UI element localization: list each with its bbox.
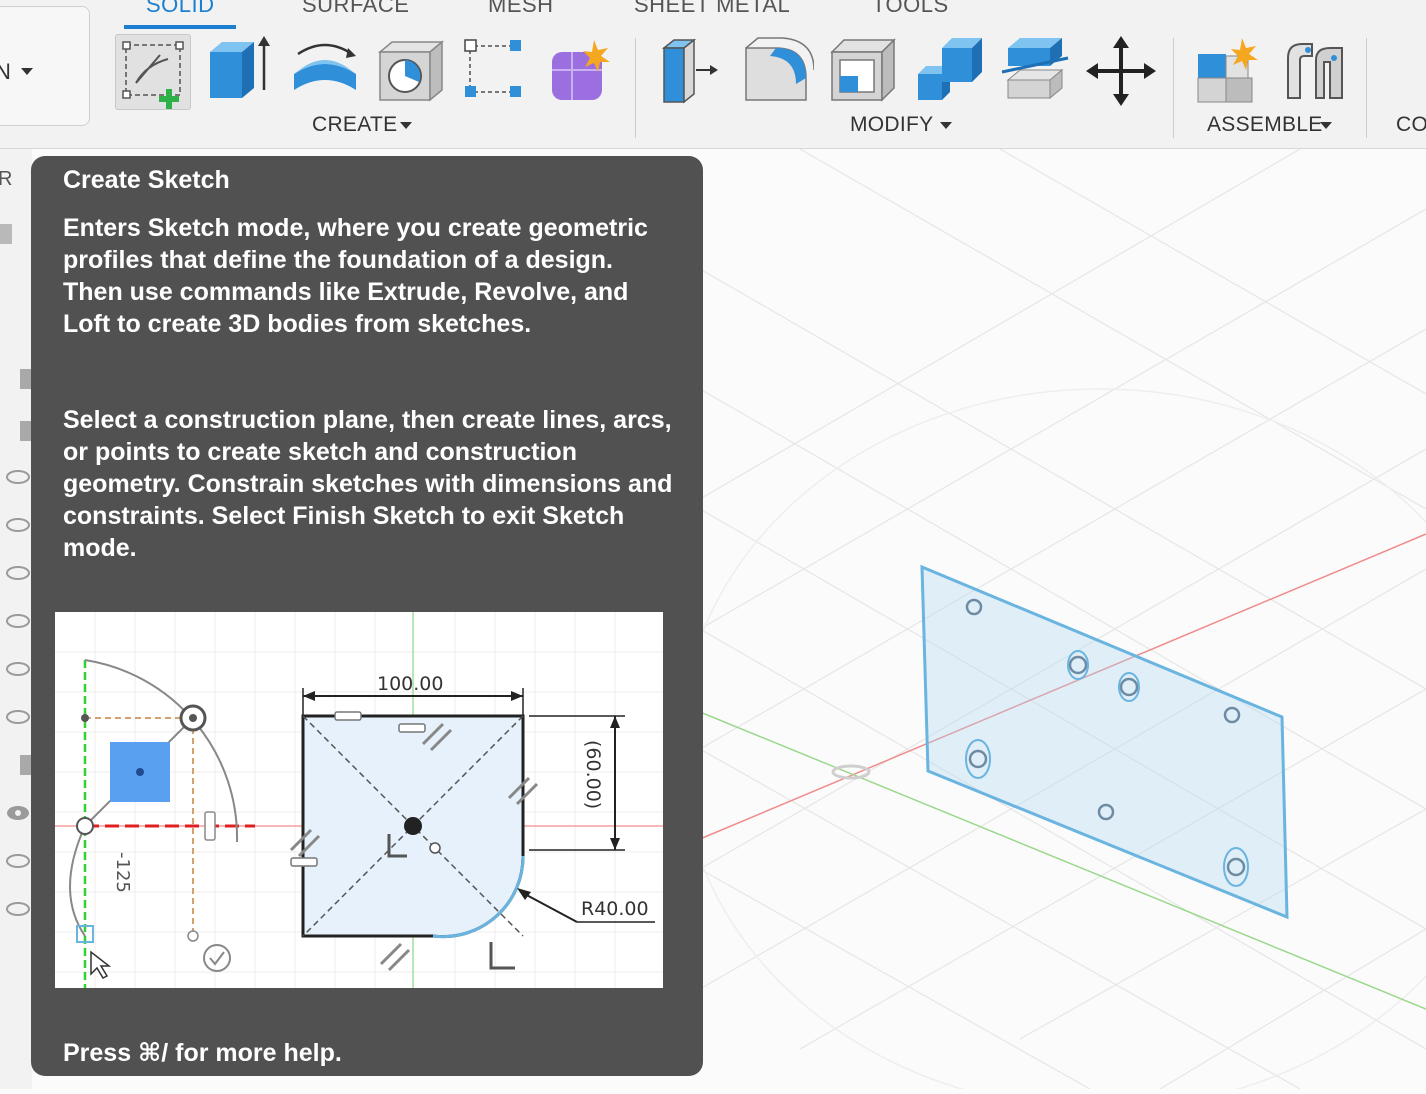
workspace-switcher[interactable]: N xyxy=(0,6,90,126)
tooltip-paragraph-2: Select a construction plane, then create… xyxy=(63,406,673,562)
revolve-icon xyxy=(294,43,356,90)
split-face-icon xyxy=(1001,38,1069,100)
pattern-icon xyxy=(464,39,521,97)
tooltip-paragraph-1: Enters Sketch mode, where you create geo… xyxy=(63,214,648,338)
press-pull-button[interactable] xyxy=(654,34,728,108)
new-component-button[interactable] xyxy=(1190,34,1264,108)
extrude-icon xyxy=(210,36,270,98)
svg-text:R: R xyxy=(0,168,12,190)
combine-icon xyxy=(918,38,982,100)
create-sketch-icon xyxy=(122,41,184,109)
main-toolbar: N SOLID SURFACE MESH SHEET METAL TOOLS C… xyxy=(0,0,1426,149)
fillet-icon xyxy=(745,37,815,101)
tab-surface[interactable]: SURFACE xyxy=(302,0,409,18)
hole-button[interactable] xyxy=(372,34,446,108)
construct-menu[interactable]: CO xyxy=(1396,113,1426,137)
tab-solid[interactable]: SOLID xyxy=(146,0,215,18)
joint-button[interactable] xyxy=(1278,34,1352,108)
press-pull-icon xyxy=(661,38,718,104)
chevron-down-icon xyxy=(1320,122,1332,129)
browser-panel-edge: R xyxy=(0,149,32,1089)
tooltip-footer: Press ⌘/ for more help. xyxy=(63,1039,342,1067)
chevron-down-icon xyxy=(940,122,952,129)
assemble-menu[interactable]: ASSEMBLE xyxy=(1207,113,1323,137)
chevron-down-icon xyxy=(400,122,412,129)
move-copy-button[interactable] xyxy=(1084,34,1158,108)
separator xyxy=(1366,38,1367,138)
sketch-plate[interactable] xyxy=(900,549,1320,929)
create-sketch-tooltip: Create Sketch Enters Sketch mode, where … xyxy=(31,156,703,1076)
tab-mesh[interactable]: MESH xyxy=(488,0,554,18)
dim-negative: -125 xyxy=(112,852,133,893)
chevron-down-icon xyxy=(21,68,33,75)
dim-radius: R40.00 xyxy=(581,898,649,920)
active-tab-indicator xyxy=(124,25,236,29)
split-face-button[interactable] xyxy=(998,34,1072,108)
dim-width: 100.00 xyxy=(377,673,443,695)
hole-icon xyxy=(377,40,445,102)
tab-sheet-metal[interactable]: SHEET METAL xyxy=(634,0,790,18)
modify-menu[interactable]: MODIFY xyxy=(850,113,933,137)
revolve-button[interactable] xyxy=(288,34,362,108)
pattern-button[interactable] xyxy=(458,34,532,108)
joint-icon xyxy=(1287,43,1343,99)
create-menu[interactable]: CREATE xyxy=(312,113,397,137)
separator xyxy=(1173,38,1174,138)
shell-button[interactable] xyxy=(826,34,900,108)
new-component-icon xyxy=(1197,38,1258,103)
workspace-label: N xyxy=(0,59,11,84)
form-button[interactable] xyxy=(544,34,618,108)
sketch-illustration: -125 100.00 (60.00) R40.00 xyxy=(55,612,663,988)
fillet-button[interactable] xyxy=(740,34,815,108)
shell-icon xyxy=(830,38,896,102)
form-icon xyxy=(552,40,610,100)
separator xyxy=(635,38,636,138)
dim-height: (60.00) xyxy=(582,740,604,809)
tab-tools[interactable]: TOOLS xyxy=(872,0,949,18)
move-icon xyxy=(1086,36,1156,106)
create-sketch-button[interactable] xyxy=(115,34,191,110)
combine-button[interactable] xyxy=(912,34,986,108)
tooltip-illustration: -125 100.00 (60.00) R40.00 xyxy=(55,612,663,988)
tooltip-title: Create Sketch xyxy=(63,166,230,194)
extrude-button[interactable] xyxy=(202,34,276,108)
